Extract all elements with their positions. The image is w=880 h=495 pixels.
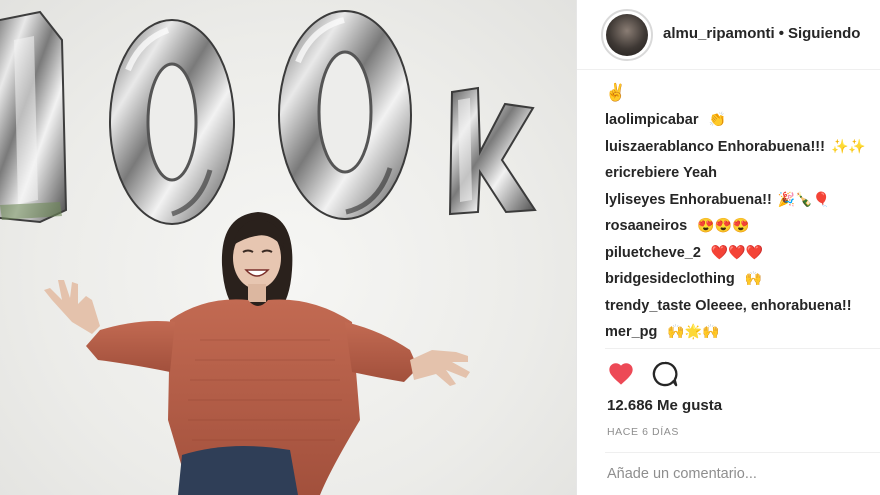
comment-emoji: 🎉🍾🎈 <box>777 190 831 207</box>
post-side-panel: almu_ripamonti • Siguiendo ✌️ laolimpicaba… <box>576 0 880 495</box>
comment-item: bridgesideclothing 🙌 <box>605 265 880 292</box>
comment-emoji: ❤️❤️❤️ <box>710 243 764 260</box>
heart-icon[interactable] <box>607 360 635 386</box>
divider <box>605 348 880 349</box>
comment-item: trendy_taste Oleeee, enhorabuena!! <box>605 292 880 319</box>
caption: ✌️ <box>605 83 627 102</box>
comment-item: luiszaerablanco Enhorabuena!!! ✨✨ <box>605 133 880 160</box>
comment-item: mer_pg 🙌🌟🙌 <box>605 318 880 345</box>
balloon-zero-1 <box>109 19 235 225</box>
comment-bubble-icon[interactable] <box>651 360 679 388</box>
comment-item: ericrebiere Yeah <box>605 159 880 186</box>
header-text: almu_ripamonti • Siguiendo <box>663 25 860 42</box>
comments-list: ✌️ laolimpicabar 👏 luiszaerablanco Enhorab… <box>605 80 880 345</box>
username-link[interactable]: almu_ripamonti <box>663 25 775 42</box>
comment-username[interactable]: rosaaneiros <box>605 218 687 234</box>
avatar[interactable] <box>601 9 653 61</box>
comment-emoji: 😍😍😍 <box>697 217 750 233</box>
post-timestamp[interactable]: HACE 6 DÍAS <box>607 426 679 438</box>
comment-username[interactable]: lyliseyes <box>605 192 665 208</box>
balloon-one <box>0 10 68 224</box>
post-header: almu_ripamonti • Siguiendo <box>577 0 880 70</box>
add-comment-input[interactable] <box>607 466 867 482</box>
comment-text: Enhorabuena!!! <box>717 138 825 155</box>
header-separator: • <box>778 25 784 42</box>
avatar-image <box>606 14 648 56</box>
comment-emoji: 👏 <box>708 111 726 127</box>
woman-figure <box>44 212 470 495</box>
comment-emoji: 🙌🌟🙌 <box>667 323 720 339</box>
comment-text: Oleeee, enhorabuena!! <box>695 297 852 314</box>
comment-username[interactable]: ericrebiere <box>605 165 679 181</box>
comment-item: piluetcheve_2 ❤️❤️❤️ <box>605 239 880 266</box>
comment-emoji: ✨✨ <box>830 137 866 154</box>
comment-username[interactable]: piluetcheve_2 <box>605 245 701 261</box>
comment-text: Enhorabuena!! <box>669 191 772 208</box>
photo-illustration <box>0 10 537 495</box>
comment-username[interactable]: luiszaerablanco <box>605 139 714 155</box>
comment-item: rosaaneiros 😍😍😍 <box>605 212 880 239</box>
comment-emoji: 🙌 <box>744 270 763 286</box>
comment-item: laolimpicabar 👏 <box>605 106 880 133</box>
divider <box>605 452 880 453</box>
comment-username[interactable]: mer_pg <box>605 324 657 340</box>
balloon-zero-2 <box>278 10 412 220</box>
post-actions <box>607 360 707 388</box>
comment-username[interactable]: bridgesideclothing <box>605 271 735 287</box>
following-button[interactable]: Siguiendo <box>788 25 861 42</box>
comment-item: lyliseyes Enhorabuena!! 🎉🍾🎈 <box>605 186 880 213</box>
likes-count[interactable]: 12.686 Me gusta <box>607 397 722 414</box>
balloon-k <box>448 86 537 216</box>
comment-username[interactable]: trendy_taste <box>605 298 691 314</box>
comment-text: Yeah <box>683 165 718 181</box>
post-photo[interactable] <box>0 0 576 495</box>
comment-username[interactable]: laolimpicabar <box>605 112 698 128</box>
